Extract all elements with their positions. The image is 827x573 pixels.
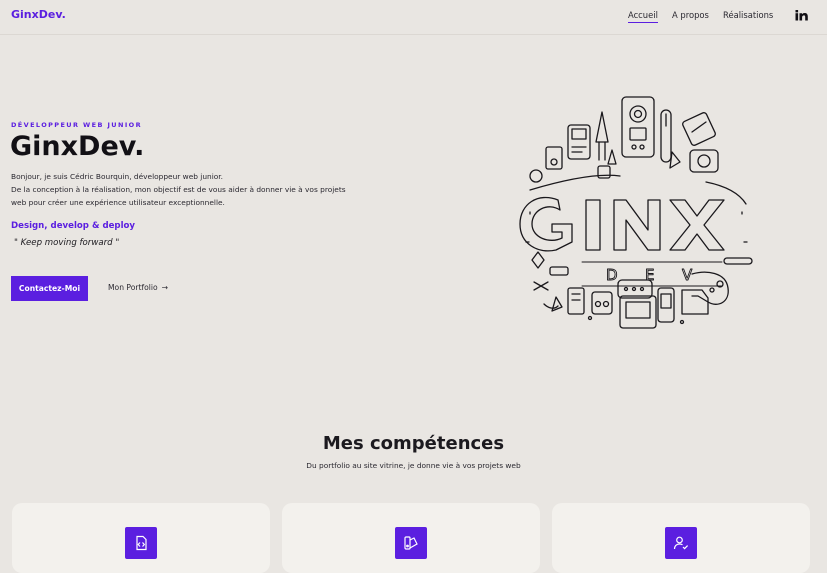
arrow-right-icon: →: [161, 283, 169, 292]
site-header: GinxDev. Accueil A propos Réalisations: [0, 0, 827, 35]
svg-text:D: D: [606, 266, 618, 284]
svg-text:E: E: [645, 266, 654, 284]
skill-card-user: [552, 503, 810, 573]
user-check-icon: [665, 527, 697, 559]
hero-eyebrow: DÉVELOPPEUR WEB JUNIOR: [11, 121, 142, 129]
skill-card-development: [12, 503, 270, 573]
linkedin-icon[interactable]: [795, 9, 809, 21]
portfolio-link[interactable]: Mon Portfolio →: [108, 283, 168, 292]
hero-intro-line2: De la conception à la réalisation, mon o…: [11, 185, 346, 207]
hero-intro: Bonjour, je suis Cédric Bourquin, dévelo…: [11, 170, 351, 209]
design-icon: [395, 527, 427, 559]
skill-card-design: [282, 503, 540, 573]
skills-title: Mes compétences: [322, 433, 505, 454]
nav-link-accueil[interactable]: Accueil: [628, 10, 658, 23]
hero-motto: " Keep moving forward ": [14, 238, 120, 248]
hero-intro-line1: Bonjour, je suis Cédric Bourquin, dévelo…: [11, 172, 223, 181]
main-nav: Accueil A propos Réalisations: [0, 10, 827, 30]
hero-tagline: Design, develop & deploy: [11, 221, 136, 231]
portfolio-link-label: Mon Portfolio: [108, 283, 158, 292]
code-file-icon: [125, 527, 157, 559]
svg-text:V: V: [682, 266, 693, 284]
ginx-dev-illustration: D E V: [519, 96, 753, 329]
skills-subtitle: Du portfolio au site vitrine, je donne v…: [306, 461, 521, 470]
nav-link-realisations[interactable]: Réalisations: [723, 10, 773, 20]
hero-title: GinxDev.: [10, 131, 145, 162]
contact-button[interactable]: Contactez-Moi: [11, 276, 88, 301]
nav-link-a-propos[interactable]: A propos: [672, 10, 709, 20]
